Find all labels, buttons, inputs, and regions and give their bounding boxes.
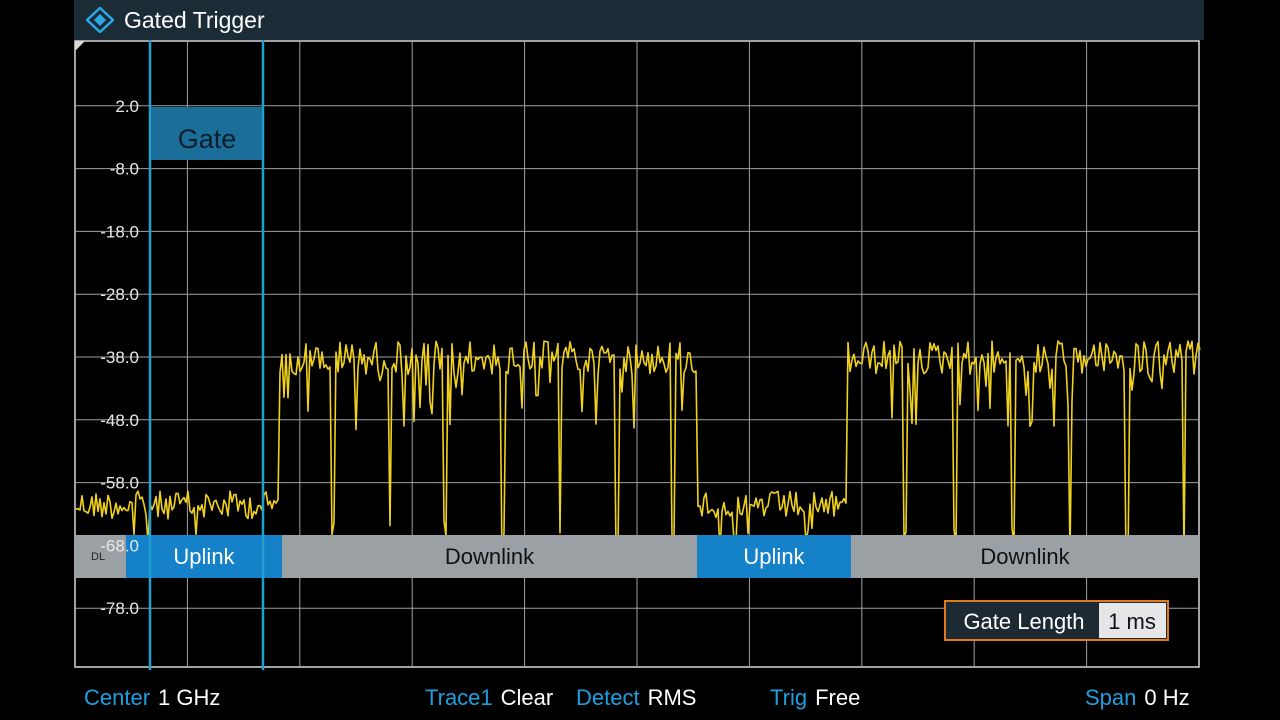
trace-display[interactable]: Uplink Downlink Uplink DownlinkDL Gate 2.0-… [74, 40, 1204, 670]
gate-label: Gate [178, 124, 237, 154]
status-trig[interactable]: Trig Free [770, 685, 860, 711]
span-label: Span [1085, 685, 1137, 710]
gate-length-indicator[interactable]: Gate Length 1 ms [944, 600, 1169, 641]
y-axis-label: -38.0 [100, 348, 139, 367]
y-axis-labels: 2.0 -8.0 -18.0 -28.0 -38.0 -48.0 -58.0 -68.0 -78… [100, 97, 139, 618]
trace-1-line [75, 340, 1201, 560]
detect-value: RMS [647, 685, 697, 710]
rs-diamond-logo-icon [86, 7, 114, 33]
status-detect[interactable]: Detect RMS [576, 685, 696, 711]
span-value: 0 Hz [1144, 685, 1190, 710]
analyzer-screen: Gated Trigger Uplink Downlink Uplink Downli… [74, 0, 1204, 720]
status-trace[interactable]: Trace1 Clear [425, 685, 553, 711]
trace-label: Trace1 [425, 685, 493, 710]
segment-downlink-label: Downlink [980, 544, 1070, 569]
title-bar: Gated Trigger [74, 0, 1204, 40]
trace-value: Clear [500, 685, 554, 710]
segment-uplink-label: Uplink [743, 544, 805, 569]
detect-label: Detect [576, 685, 640, 710]
status-center[interactable]: Center 1 GHz [84, 685, 220, 711]
y-axis-label: -48.0 [100, 411, 139, 430]
gate-length-label: Gate Length [963, 609, 1084, 634]
y-axis-label: -18.0 [100, 222, 139, 241]
status-span[interactable]: Span 0 Hz [1085, 685, 1190, 711]
y-axis-label: 2.0 [115, 97, 139, 116]
app-title: Gated Trigger [124, 7, 265, 33]
trace-group [75, 340, 1201, 560]
y-axis-label: -8.0 [110, 160, 139, 179]
plot-area[interactable]: Uplink Downlink Uplink Downlink DL Gate 2.0-… [74, 40, 1204, 670]
center-label: Center [84, 685, 151, 710]
y-axis-label: -78.0 [100, 599, 139, 618]
center-value: 1 GHz [158, 685, 221, 710]
segment-downlink-label: Downlink [445, 544, 535, 569]
status-bar: Center 1 GHz Trace1 Clear Detect RMS Trig Fr… [74, 676, 1204, 720]
y-axis-label: -58.0 [100, 474, 139, 493]
y-axis-label: -28.0 [100, 285, 139, 304]
segment-uplink-label: Uplink [173, 544, 235, 569]
y-axis-label: -68.0 [100, 536, 139, 555]
trig-label: Trig [770, 685, 808, 710]
corner-marker-icon [75, 41, 85, 51]
gate-length-value: 1 ms [1108, 609, 1156, 634]
trig-value: Free [815, 685, 861, 710]
frame-structure-bar: Uplink Downlink Uplink DownlinkDL [75, 535, 1199, 578]
